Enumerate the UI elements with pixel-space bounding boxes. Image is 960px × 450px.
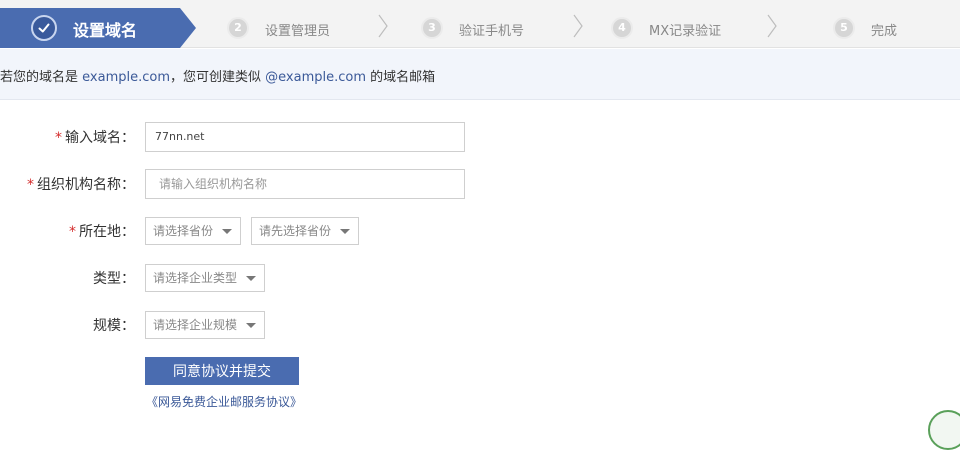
company-scale-select[interactable]: 请选择企业规模 [145, 311, 265, 339]
chevron-down-icon [246, 276, 256, 281]
location-label: * 所在地： [0, 221, 135, 241]
required-mark: * [55, 130, 62, 146]
required-mark: * [69, 224, 76, 240]
scale-label: 规模： [93, 318, 135, 334]
step-number: 3 [421, 17, 443, 39]
org-label-text: 组织机构名称： [37, 177, 135, 193]
company-scale-select-text: 请选择企业规模 [153, 318, 238, 332]
city-select[interactable]: 请先选择省份 [251, 217, 359, 245]
info-middle: ，您可创建类似 [170, 70, 266, 85]
domain-label-text: 输入域名： [65, 130, 135, 146]
active-step-arrow [180, 8, 196, 48]
org-label: * 组织机构名称： [0, 174, 135, 194]
info-bar: 若您的域名是 example.com，您可创建类似 @example.com 的… [0, 49, 960, 100]
step-label: 完成 [871, 24, 898, 39]
province-select[interactable]: 请选择省份 [145, 217, 241, 245]
example-domain: example.com [82, 70, 170, 85]
floating-help-icon[interactable] [928, 410, 960, 450]
chevron-down-icon [340, 229, 350, 234]
required-mark: * [27, 177, 34, 193]
step-number: 2 [227, 17, 249, 39]
location-label-text: 所在地： [79, 224, 135, 240]
type-label: 类型： [93, 271, 135, 287]
chevron-down-icon [222, 229, 232, 234]
chevron-down-icon [246, 323, 256, 328]
step-number: 4 [611, 17, 633, 39]
domain-label: * 输入域名： [0, 127, 135, 147]
info-text: 若您的域名是 example.com，您可创建类似 @example.com 的… [0, 66, 435, 85]
step-number: 5 [833, 17, 855, 39]
service-agreement-link[interactable]: 《网易免费企业邮服务协议》 [146, 393, 302, 410]
step-label: MX记录验证 [649, 24, 722, 39]
active-step-label: 设置域名 [73, 21, 138, 40]
step-set-domain: 设置域名 [0, 8, 196, 48]
info-prefix: 若您的域名是 [0, 70, 83, 85]
company-type-select-text: 请选择企业类型 [153, 271, 238, 285]
step-label: 验证手机号 [459, 24, 525, 39]
example-email: @example.com [265, 70, 366, 85]
checkmark-icon [31, 15, 57, 41]
progress-steps: 设置域名 2 设置管理员 3 验证手机号 4 MX记录验证 5 完成 [0, 0, 960, 48]
agree-submit-button[interactable]: 同意协议并提交 [145, 357, 299, 385]
chevron-right-icon [767, 14, 777, 38]
company-type-select[interactable]: 请选择企业类型 [145, 264, 265, 292]
domain-input[interactable]: 77nn.net [145, 122, 465, 152]
province-select-text: 请选择省份 [153, 224, 214, 238]
org-name-input[interactable]: 请输入组织机构名称 [145, 169, 465, 199]
info-suffix: 的域名邮箱 [366, 70, 436, 85]
chevron-right-icon [378, 14, 388, 38]
city-select-text: 请先选择省份 [259, 224, 332, 238]
step-label: 设置管理员 [265, 24, 331, 39]
chevron-right-icon [573, 14, 583, 38]
